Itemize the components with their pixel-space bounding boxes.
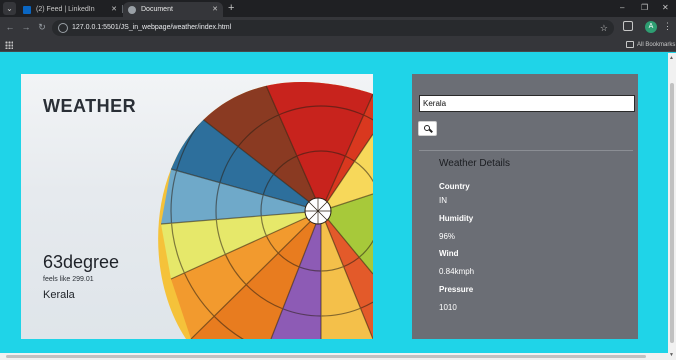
scroll-up-icon[interactable]: ▲ xyxy=(669,55,674,61)
extensions-icon[interactable] xyxy=(623,21,633,31)
page-title: WEATHER xyxy=(43,96,137,116)
menu-kebab-icon[interactable]: ⋮ xyxy=(663,19,672,33)
horizontal-scrollbar[interactable] xyxy=(0,353,668,360)
browser-tab-strip: ⌄ (2) Feed | LinkedIn ✕ Document ✕ + – ❐… xyxy=(0,0,676,17)
feels-like-text: feels like 299.01 xyxy=(43,276,94,283)
close-tab-icon[interactable]: ✕ xyxy=(111,2,117,17)
wind-value: 0.84kmph xyxy=(439,267,475,276)
browser-toolbar: ← → ↻ 127.0.0.1:5501/JS_in_webpage/weath… xyxy=(0,17,676,38)
weather-hero-card: WEATHER 63degree feels like 299.01 Kerala xyxy=(21,74,373,339)
window-close-icon[interactable]: ✕ xyxy=(662,1,669,15)
back-icon[interactable]: ← xyxy=(4,21,16,33)
city-search-input[interactable] xyxy=(419,95,635,112)
pressure-value: 1010 xyxy=(439,303,457,312)
folder-icon[interactable] xyxy=(626,41,634,48)
divider xyxy=(419,150,633,151)
site-info-icon[interactable] xyxy=(58,23,68,33)
horizontal-scrollbar-thumb[interactable] xyxy=(6,355,646,358)
forward-icon[interactable]: → xyxy=(20,21,32,33)
feels-like-value: 299.01 xyxy=(72,276,94,283)
close-tab-icon[interactable]: ✕ xyxy=(212,2,218,17)
scroll-down-icon[interactable]: ▼ xyxy=(669,352,674,358)
bookmarks-bar: All Bookmarks xyxy=(0,38,676,52)
weather-details-panel: Weather Details Country IN Humidity 96% … xyxy=(412,74,638,339)
humidity-label: Humidity xyxy=(439,214,474,223)
details-heading: Weather Details xyxy=(439,158,510,169)
scrollbar-thumb[interactable] xyxy=(670,83,674,343)
country-label: Country xyxy=(439,182,470,191)
vertical-scrollbar[interactable]: ▲ ▼ xyxy=(668,53,676,360)
apps-grid-icon[interactable] xyxy=(5,41,13,49)
country-value: IN xyxy=(439,196,447,205)
tab-search-button[interactable]: ⌄ xyxy=(3,2,16,15)
bookmark-star-icon[interactable]: ☆ xyxy=(600,20,608,36)
humidity-value: 96% xyxy=(439,232,456,241)
url-text[interactable]: 127.0.0.1:5501/JS_in_webpage/weather/ind… xyxy=(72,20,231,36)
minimize-icon[interactable]: – xyxy=(620,1,624,15)
tab-title: (2) Feed | LinkedIn xyxy=(36,6,95,13)
wind-label: Wind xyxy=(439,249,459,258)
reload-icon[interactable]: ↻ xyxy=(36,21,48,33)
globe-icon xyxy=(128,6,136,14)
tab-title: Document xyxy=(141,6,173,13)
tab-document[interactable]: Document ✕ xyxy=(123,2,223,17)
search-button[interactable] xyxy=(418,121,437,136)
pressure-label: Pressure xyxy=(439,285,474,294)
search-icon-handle xyxy=(429,128,433,133)
restore-icon[interactable]: ❐ xyxy=(641,1,648,15)
tab-linkedin[interactable]: (2) Feed | LinkedIn ✕ xyxy=(18,2,122,17)
city-name: Kerala xyxy=(43,289,75,301)
all-bookmarks-link[interactable]: All Bookmarks xyxy=(637,38,675,52)
profile-avatar[interactable]: A xyxy=(645,21,657,33)
new-tab-button[interactable]: + xyxy=(228,1,234,15)
linkedin-icon xyxy=(23,6,31,14)
temperature-value: 63degree xyxy=(43,252,120,272)
feels-like-label: feels like xyxy=(43,276,71,283)
address-bar[interactable]: 127.0.0.1:5501/JS_in_webpage/weather/ind… xyxy=(52,20,614,36)
